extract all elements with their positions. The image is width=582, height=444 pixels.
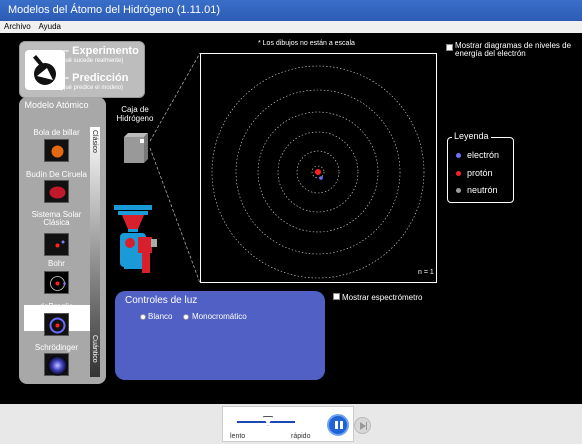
model-label-bohr[interactable]: Bohr bbox=[19, 260, 94, 268]
speed-fast-label: rápido bbox=[291, 433, 311, 440]
hydrogen-box bbox=[120, 131, 152, 165]
prediction-label[interactable]: – Predicción bbox=[63, 72, 128, 84]
spectrometer-label: Mostrar espectrómetro bbox=[342, 293, 423, 302]
menu-archivo[interactable]: Archivo bbox=[4, 22, 31, 31]
classical-scale-label: Clásico bbox=[91, 130, 98, 153]
prediction-sublabel: (qué predice el modelo) bbox=[60, 85, 124, 91]
pause-button[interactable] bbox=[327, 414, 349, 436]
clock-control-panel: lento rápido bbox=[222, 406, 371, 442]
legend-neutron: neutrón bbox=[456, 185, 498, 195]
quantum-scale-label: Cuántico bbox=[91, 335, 98, 363]
clock-controls-bar: lento rápido bbox=[0, 404, 582, 444]
billiard-ball-icon bbox=[51, 145, 64, 158]
orbit-level-label: n = 1 bbox=[418, 269, 434, 276]
window-title: Modelos del Átomo del Hidrógeno (1.11.01… bbox=[8, 4, 220, 16]
white-light-radio[interactable] bbox=[140, 314, 146, 320]
menu-ayuda[interactable]: Ayuda bbox=[38, 22, 61, 31]
plum-pudding-model-button[interactable] bbox=[44, 180, 69, 203]
light-gun-icon bbox=[114, 205, 157, 273]
legend-electron-label: electrón bbox=[467, 150, 500, 160]
solar-system-icon bbox=[55, 240, 65, 248]
billiard-ball-model-button[interactable] bbox=[44, 139, 69, 162]
energy-diagram-label: Mostrar diagramas de niveles de energía … bbox=[455, 41, 572, 58]
debroglie-icon bbox=[49, 317, 66, 334]
step-button[interactable] bbox=[354, 417, 371, 434]
monochromatic-radio[interactable] bbox=[183, 314, 189, 320]
plum-pudding-icon bbox=[49, 186, 66, 199]
hydrogen-box-label: Caja de Hidrógeno bbox=[116, 105, 154, 123]
toggle-switch-icon bbox=[33, 55, 56, 85]
speed-slow-label: lento bbox=[230, 433, 246, 440]
solar-system-model-button[interactable] bbox=[44, 233, 69, 256]
hydrogen-box-icon bbox=[124, 133, 148, 163]
legend-electron: electrón bbox=[456, 150, 499, 160]
legend-proton: protón bbox=[456, 168, 493, 178]
atomic-model-title: Modelo Atómico bbox=[24, 100, 89, 110]
proton-legend-icon bbox=[456, 171, 461, 176]
electron-legend-icon bbox=[456, 153, 461, 158]
mode-panel: – Experimento (qué sucede realmente) – P… bbox=[19, 41, 145, 98]
light-gun bbox=[108, 205, 168, 285]
menu-bar: Archivo Ayuda bbox=[0, 21, 582, 33]
experiment-label[interactable]: – Experimento bbox=[63, 45, 139, 57]
electron-dot bbox=[319, 176, 323, 180]
scale-disclaimer: * Los dibujos no están a escala bbox=[258, 40, 355, 47]
atom-view bbox=[200, 53, 437, 283]
legend-proton-label: protón bbox=[467, 168, 493, 178]
window-title-bar: Modelos del Átomo del Hidrógeno (1.11.01… bbox=[0, 0, 582, 21]
atomic-model-panel: Modelo Atómico Bola de billar Budín De C… bbox=[19, 97, 106, 384]
model-label-plum-pudding[interactable]: Budín De Ciruela bbox=[19, 171, 94, 179]
schrodinger-model-button[interactable] bbox=[44, 353, 69, 376]
legend-neutron-label: neutrón bbox=[467, 185, 498, 195]
model-label-debroglie[interactable]: deBroglie bbox=[19, 303, 94, 311]
debroglie-model-button[interactable] bbox=[44, 313, 69, 336]
bohr-icon bbox=[50, 276, 66, 291]
model-label-schrodinger[interactable]: Schrödinger bbox=[19, 344, 94, 352]
model-label-billiard-ball[interactable]: Bola de billar bbox=[19, 129, 94, 137]
experiment-sublabel: (qué sucede realmente) bbox=[60, 58, 124, 64]
white-light-label[interactable]: Blanco bbox=[148, 312, 172, 321]
neutron-legend-icon bbox=[456, 188, 461, 193]
experiment-prediction-toggle[interactable] bbox=[25, 50, 65, 90]
legend-title: Leyenda bbox=[452, 131, 491, 141]
proton-dot bbox=[315, 169, 321, 175]
bohr-orbits-drawing bbox=[211, 65, 425, 279]
simulation-stage: – Experimento (qué sucede realmente) – P… bbox=[0, 33, 582, 404]
energy-diagram-checkbox[interactable] bbox=[446, 44, 453, 51]
model-label-solar-system[interactable]: Sistema Solar Clásica bbox=[19, 211, 94, 227]
light-controls-panel: Controles de luz Blanco Monocromático bbox=[115, 291, 325, 380]
monochromatic-label[interactable]: Monocromático bbox=[192, 312, 247, 321]
schrodinger-icon bbox=[47, 355, 68, 376]
bohr-model-button[interactable] bbox=[44, 271, 69, 294]
spectrometer-checkbox[interactable] bbox=[333, 293, 340, 300]
light-controls-title: Controles de luz bbox=[125, 295, 198, 306]
